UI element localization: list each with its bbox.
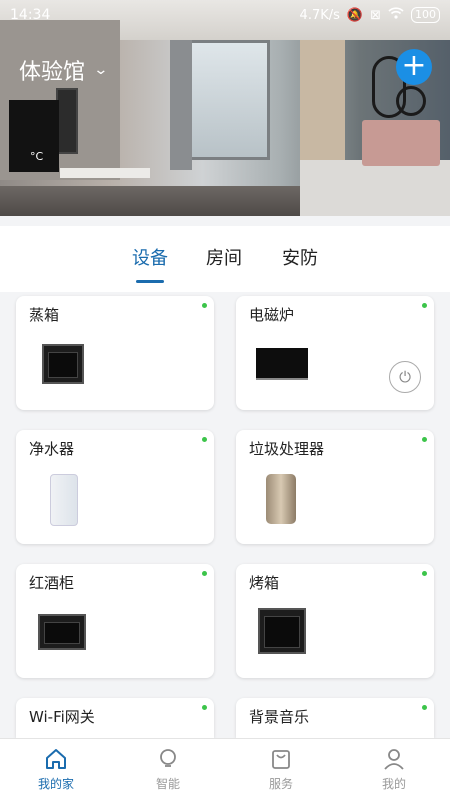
nav-service[interactable]: 服务: [246, 747, 316, 792]
device-name: 电磁炉: [249, 306, 295, 324]
oven-image: [258, 608, 306, 654]
chevron-down-icon: ⌄: [93, 62, 109, 78]
online-status-dot: [202, 303, 207, 308]
plus-icon: +: [401, 48, 427, 83]
nav-my-home[interactable]: 我的家: [21, 747, 91, 792]
online-status-dot: [202, 571, 207, 576]
tab-bar: 设备 房间 安防: [0, 226, 450, 292]
sim-off-icon: ⊠: [370, 7, 381, 23]
tab-devices[interactable]: 设备: [132, 244, 168, 270]
home-icon: [46, 749, 66, 769]
device-card-background-music[interactable]: 背景音乐: [236, 698, 434, 738]
wifi-icon: [388, 7, 404, 23]
device-card-induction-cooker[interactable]: 电磁炉 ⏻: [236, 296, 434, 410]
bottom-navigation: 我的家 智能 服务 我的: [0, 738, 450, 800]
network-speed: 4.7K/s: [299, 7, 340, 23]
device-name: 蒸箱: [29, 306, 60, 324]
power-icon: ⏻: [399, 368, 411, 386]
bulb-icon: [160, 749, 176, 767]
bag-icon: [272, 750, 290, 769]
steamer-image: [42, 344, 84, 384]
device-panel: 设备 房间 安防 蒸箱 电磁炉 ⏻ 净水器 垃圾处理器 红酒柜 烤箱 Wi-Fi…: [0, 226, 450, 738]
online-status-dot: [422, 705, 427, 710]
online-status-dot: [202, 705, 207, 710]
status-bar: 14:34 4.7K/s 🔕 ⊠ 100: [0, 0, 450, 30]
temperature-unit: °C: [30, 150, 44, 163]
add-device-button[interactable]: +: [396, 49, 432, 85]
status-time: 14:34: [10, 7, 51, 23]
nav-smart[interactable]: 智能: [133, 747, 203, 792]
device-card-steamer[interactable]: 蒸箱: [16, 296, 214, 410]
device-card-water-purifier[interactable]: 净水器: [16, 430, 214, 544]
house-name: 体验馆: [19, 60, 86, 85]
tab-rooms[interactable]: 房间: [206, 244, 242, 270]
device-name: 净水器: [29, 440, 75, 458]
tab-security[interactable]: 安防: [282, 244, 318, 270]
online-status-dot: [422, 437, 427, 442]
device-card-oven[interactable]: 烤箱: [236, 564, 434, 678]
device-name: 烤箱: [249, 574, 280, 592]
online-status-dot: [422, 571, 427, 576]
nav-label: 我的家: [37, 777, 74, 791]
wine-cabinet-image: [38, 614, 86, 650]
device-name: 红酒柜: [29, 574, 75, 592]
house-selector[interactable]: 体验馆 ⌄: [19, 54, 109, 86]
device-card-garbage-disposer[interactable]: 垃圾处理器: [236, 430, 434, 544]
device-card-wifi-gateway[interactable]: Wi-Fi网关: [16, 698, 214, 738]
water-purifier-image: [50, 474, 78, 526]
garbage-disposer-image: [266, 474, 296, 524]
nav-label: 服务: [268, 777, 293, 791]
active-tab-indicator: [136, 280, 164, 283]
power-button[interactable]: ⏻: [389, 361, 421, 393]
device-name: 背景音乐: [249, 708, 310, 726]
nav-label: 我的: [381, 777, 406, 791]
battery-indicator: 100: [411, 7, 440, 23]
induction-cooker-image: [256, 348, 308, 380]
online-status-dot: [202, 437, 207, 442]
device-name: Wi-Fi网关: [29, 708, 95, 726]
nav-mine[interactable]: 我的: [359, 747, 429, 792]
nav-label: 智能: [155, 777, 180, 791]
device-name: 垃圾处理器: [249, 440, 325, 458]
mute-alarm-icon: 🔕: [346, 7, 364, 23]
online-status-dot: [422, 303, 427, 308]
room-background-image: [0, 0, 450, 216]
device-card-wine-cabinet[interactable]: 红酒柜: [16, 564, 214, 678]
user-icon: [384, 749, 404, 770]
